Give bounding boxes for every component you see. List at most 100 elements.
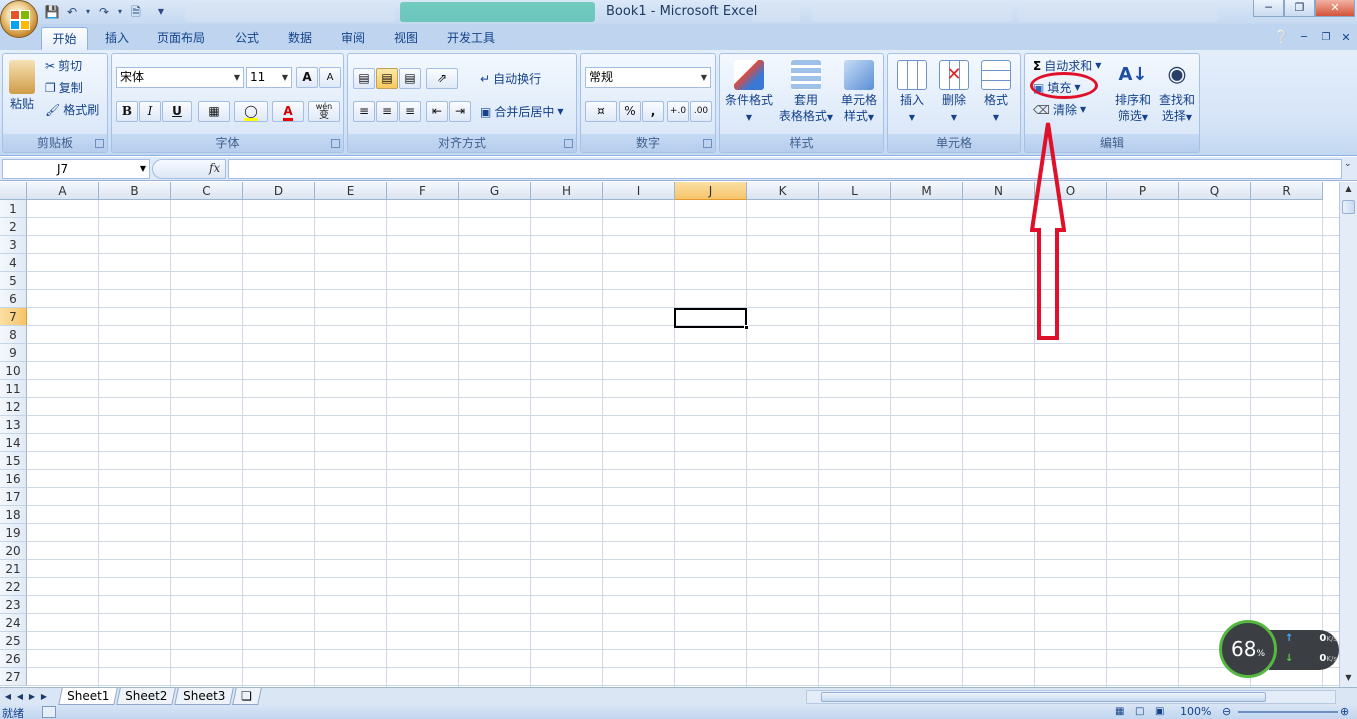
comma-button[interactable]: , [642,101,664,122]
column-header[interactable]: A [27,182,99,200]
font-size-select[interactable]: 11 ▼ [246,67,292,88]
close-button[interactable]: ✕ [1315,0,1355,17]
row-header[interactable]: 10 [0,362,27,380]
column-header[interactable]: D [243,182,315,200]
formula-input[interactable] [228,159,1342,179]
row-header[interactable]: 26 [0,650,27,668]
cell-styles-button[interactable]: 单元格 样式▼ [836,60,882,126]
row-header[interactable]: 13 [0,416,27,434]
row-header[interactable]: 2 [0,218,27,236]
insert-sheet-button[interactable]: ❏ [232,688,262,705]
tab-review[interactable]: 审阅 [332,27,374,50]
row-header[interactable]: 8 [0,326,27,344]
decrease-decimal-button[interactable]: .00 [690,101,712,122]
row-header[interactable]: 5 [0,272,27,290]
row-header[interactable]: 21 [0,560,27,578]
paste-button[interactable]: 粘贴 [5,60,39,112]
increase-decimal-button[interactable]: +.0 [667,101,689,122]
copy-button[interactable]: ❐ 复制 [45,78,83,98]
delete-cells-button[interactable]: ✕ 删除 ▼ [934,60,974,126]
normal-view-icon[interactable]: ▦ [1115,706,1124,717]
column-header[interactable]: L [819,182,891,200]
next-sheet-icon[interactable]: ▶ [26,689,38,704]
minimize-button[interactable]: ─ [1253,0,1284,17]
shrink-font-button[interactable]: A [319,67,341,88]
scroll-up-icon[interactable]: ▲ [1342,182,1355,196]
align-bottom-button[interactable]: ▤ [399,68,421,89]
customize-qat-icon[interactable]: ▼ [154,3,168,21]
workbook-close-icon[interactable]: ✕ [1338,27,1354,50]
font-name-select[interactable]: 宋体 ▼ [116,67,244,88]
font-color-button[interactable]: A [272,101,304,122]
save-icon[interactable]: 💾 [42,3,62,21]
row-header[interactable]: 17 [0,488,27,506]
undo-dropdown-icon[interactable]: ▾ [82,3,94,21]
row-header[interactable]: 12 [0,398,27,416]
column-header[interactable]: E [315,182,387,200]
row-header[interactable]: 4 [0,254,27,272]
column-header[interactable]: J [675,182,747,200]
print-preview-icon[interactable]: 🗎 [126,3,146,21]
horizontal-scrollbar[interactable] [806,690,1336,704]
vertical-scroll-thumb[interactable] [1342,200,1355,214]
format-as-table-button[interactable]: 套用 表格格式▼ [778,60,834,126]
row-header[interactable]: 23 [0,596,27,614]
row-header[interactable]: 18 [0,506,27,524]
select-all-button[interactable] [0,182,27,200]
first-sheet-icon[interactable]: ◀ [2,689,14,704]
sheet-tab-3[interactable]: Sheet3 [174,688,235,705]
tab-home[interactable]: 开始 [41,27,88,50]
clipboard-launcher-icon[interactable] [95,139,104,148]
insert-function-button[interactable]: fx [152,159,226,179]
page-break-view-icon[interactable]: ▣ [1155,706,1164,717]
redo-icon[interactable]: ↷ [94,3,114,21]
zoom-slider[interactable] [1238,711,1338,713]
expand-formula-bar-icon[interactable]: ⌄ [1344,159,1355,179]
redo-dropdown-icon[interactable]: ▾ [114,3,126,21]
row-header[interactable]: 19 [0,524,27,542]
tab-data[interactable]: 数据 [279,27,321,50]
column-header[interactable]: Q [1179,182,1251,200]
row-header[interactable]: 6 [0,290,27,308]
bold-button[interactable]: B [116,101,138,122]
column-header[interactable]: I [603,182,675,200]
accounting-format-button[interactable]: ¤ [585,101,617,122]
sort-filter-button[interactable]: A↓ 排序和 筛选▼ [1111,60,1155,126]
column-header[interactable]: F [387,182,459,200]
vertical-scrollbar[interactable]: ▲ ▼ [1339,182,1357,687]
font-launcher-icon[interactable] [331,139,340,148]
row-header[interactable]: 24 [0,614,27,632]
column-header[interactable]: M [891,182,963,200]
scroll-down-icon[interactable]: ▼ [1342,671,1355,685]
align-center-button[interactable]: ≡ [376,101,398,122]
name-box[interactable]: J7 ▼ [2,159,150,179]
borders-button[interactable]: ▦ [198,101,230,122]
italic-button[interactable]: I [139,101,161,122]
fill-handle[interactable] [744,325,749,330]
macro-record-icon[interactable] [42,706,56,718]
zoom-in-icon[interactable]: ⊕ [1340,705,1349,718]
fill-color-button[interactable]: ◯ [234,101,268,122]
alignment-launcher-icon[interactable] [564,139,573,148]
row-header[interactable]: 20 [0,542,27,560]
number-format-select[interactable]: 常规 ▼ [585,67,711,88]
prev-sheet-icon[interactable]: ◀ [14,689,26,704]
last-sheet-icon[interactable]: ▶ [38,689,50,704]
underline-button[interactable]: U [162,101,192,122]
tab-developer[interactable]: 开发工具 [441,27,501,50]
tab-view[interactable]: 视图 [385,27,427,50]
insert-cells-button[interactable]: 插入 ▼ [892,60,932,126]
tab-insert[interactable]: 插入 [96,27,138,50]
office-button[interactable] [0,0,38,38]
row-header[interactable]: 15 [0,452,27,470]
column-header[interactable]: K [747,182,819,200]
sheet-tab-1[interactable]: Sheet1 [58,688,119,705]
conditional-formatting-button[interactable]: 条件格式 ▼ [722,60,776,126]
column-header[interactable]: N [963,182,1035,200]
column-header[interactable]: C [171,182,243,200]
sheet-tab-2[interactable]: Sheet2 [116,688,177,705]
align-right-button[interactable]: ≡ [399,101,421,122]
row-header[interactable]: 27 [0,668,27,686]
grow-font-button[interactable]: A [296,67,318,88]
undo-icon[interactable]: ↶ [62,3,82,21]
